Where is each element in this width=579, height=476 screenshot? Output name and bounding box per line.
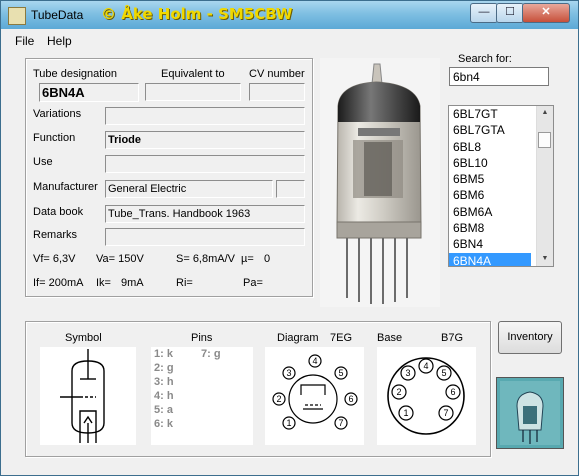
list-item-selected[interactable]: 6BN4A xyxy=(449,252,531,266)
list-item[interactable]: 6BL7GTA xyxy=(449,122,531,138)
main-window: TubeData © Åke Holm - SM5CBW — ☐ ✕ File … xyxy=(0,0,579,476)
triode-symbol-icon xyxy=(60,349,105,443)
ik-value: 9mA xyxy=(121,277,144,289)
ik-label: Ik= xyxy=(96,277,111,289)
svg-text:2: 2 xyxy=(276,394,281,404)
if-value: If= 200mA xyxy=(33,277,84,289)
tube-photo xyxy=(320,58,440,307)
pin-1: 1: k xyxy=(154,348,173,360)
tube-logo-icon xyxy=(497,378,563,448)
app-logo xyxy=(496,377,564,449)
list-item[interactable]: 6BL8 xyxy=(449,139,531,155)
search-input[interactable]: 6bn4 xyxy=(449,67,549,86)
list-item[interactable]: 6BL10 xyxy=(449,155,531,171)
list-item[interactable]: 6BM5 xyxy=(449,171,531,187)
svg-text:6: 6 xyxy=(348,394,353,404)
menu-help[interactable]: Help xyxy=(47,34,72,48)
base-pin-2: 2 xyxy=(396,387,401,397)
base-pin-4: 4 xyxy=(423,361,428,371)
pin-3: 3: h xyxy=(154,376,174,388)
manufacturer-label: Manufacturer xyxy=(33,181,98,193)
scroll-down-icon[interactable]: ▼ xyxy=(537,252,553,266)
inventory-button[interactable]: Inventory xyxy=(498,321,562,354)
cv-number-label: CV number xyxy=(249,68,305,80)
svg-text:1: 1 xyxy=(286,418,291,428)
maximize-button[interactable]: ☐ xyxy=(496,3,524,23)
ri-value: Ri= xyxy=(176,277,193,289)
pins-label: Pins xyxy=(191,332,213,344)
manufacturer-field[interactable]: General Electric xyxy=(105,180,273,198)
title-bar[interactable]: TubeData © Åke Holm - SM5CBW — ☐ ✕ xyxy=(1,1,578,29)
va-value: Va= 150V xyxy=(96,253,144,265)
list-item[interactable]: 6BM8 xyxy=(449,220,531,236)
function-label: Function xyxy=(33,132,76,144)
vf-value: Vf= 6,3V xyxy=(33,253,76,265)
remarks-field[interactable] xyxy=(105,228,305,246)
scroll-up-icon[interactable]: ▲ xyxy=(537,106,553,120)
function-field[interactable]: Triode xyxy=(105,131,305,149)
pa-value: Pa= xyxy=(243,277,263,289)
equivalent-label: Equivalent to xyxy=(161,68,225,80)
pin-5: 5: a xyxy=(154,404,173,416)
app-icon xyxy=(8,7,26,25)
base-pin-7: 7 xyxy=(443,408,448,418)
diagram-panel: 1 2 3 4 5 6 7 xyxy=(265,347,364,445)
minimize-button[interactable]: — xyxy=(470,3,498,23)
s-value: S= 6,8mA/V xyxy=(176,253,236,265)
scroll-thumb[interactable] xyxy=(538,132,551,148)
svg-text:5: 5 xyxy=(338,368,343,378)
menu-bar: File Help xyxy=(1,29,578,51)
remarks-label: Remarks xyxy=(33,229,78,241)
mu-label: µ= xyxy=(241,253,254,265)
pin-2: 2: g xyxy=(154,362,174,374)
pin-7: 7: g xyxy=(201,348,221,360)
menu-file[interactable]: File xyxy=(15,34,34,48)
list-item[interactable]: 6BM6A xyxy=(449,204,531,220)
designation-label: Tube designation xyxy=(33,68,117,80)
connection-diagram-icon: 1 2 3 4 5 6 7 xyxy=(272,354,358,430)
variations-label: Variations xyxy=(33,108,82,120)
list-item[interactable]: 6BL7GT xyxy=(449,106,531,122)
manufacturer-extra-field[interactable] xyxy=(276,180,305,198)
base-pin-3: 3 xyxy=(405,368,410,378)
base-code: B7G xyxy=(441,332,464,344)
svg-text:4: 4 xyxy=(312,356,317,366)
svg-text:3: 3 xyxy=(286,368,291,378)
equivalent-field[interactable] xyxy=(145,83,241,101)
window-title: TubeData xyxy=(31,8,84,22)
use-label: Use xyxy=(33,156,53,168)
title-credit: © Åke Holm - SM5CBW xyxy=(101,5,293,23)
pin-6: 6: k xyxy=(154,418,173,430)
base-label: Base xyxy=(377,332,403,344)
diagram-label: Diagram xyxy=(277,332,319,344)
svg-text:7: 7 xyxy=(338,418,343,428)
listbox-scrollbar[interactable]: ▲ ▼ xyxy=(536,106,553,266)
base-pin-1: 1 xyxy=(403,408,408,418)
base-panel: 1 2 3 4 5 6 7 xyxy=(377,347,476,445)
results-listbox[interactable]: 6BL7GT 6BL7GTA 6BL8 6BL10 6BM5 6BM6 6BM6… xyxy=(448,105,554,267)
pin-4: 4: h xyxy=(154,390,174,402)
base-diagram-icon: 1 2 3 4 5 6 7 xyxy=(387,357,465,435)
designation-field[interactable]: 6BN4A xyxy=(39,83,139,102)
list-item[interactable]: 6BM6 xyxy=(449,187,531,203)
symbol-panel xyxy=(40,347,136,445)
diagram-code: 7EG xyxy=(330,332,353,344)
tube-photo-image xyxy=(336,63,422,304)
databook-field[interactable]: Tube_Trans. Handbook 1963 xyxy=(105,205,305,223)
mu-value: 0 xyxy=(264,253,271,265)
cv-number-field[interactable] xyxy=(249,83,305,101)
base-pin-6: 6 xyxy=(450,387,455,397)
databook-label: Data book xyxy=(33,206,84,218)
list-item[interactable]: 6BN4 xyxy=(449,236,531,252)
search-label: Search for: xyxy=(458,53,512,65)
close-button[interactable]: ✕ xyxy=(522,3,570,23)
base-pin-5: 5 xyxy=(441,368,446,378)
use-field[interactable] xyxy=(105,155,305,173)
variations-field[interactable] xyxy=(105,107,305,125)
symbol-label: Symbol xyxy=(65,332,102,344)
